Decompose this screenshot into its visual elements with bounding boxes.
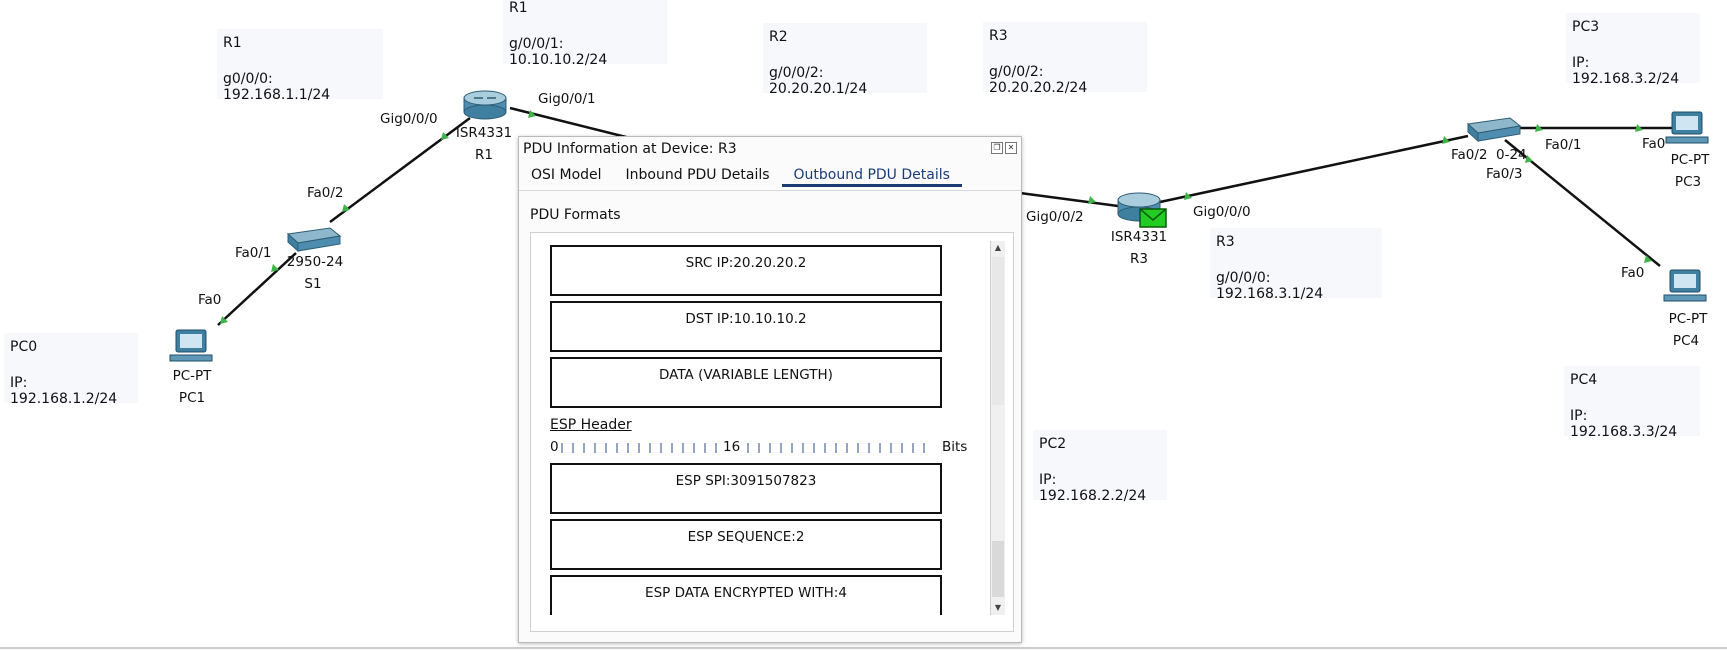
note-title: PC0: [10, 339, 38, 355]
link-r1-r2[interactable]: [509, 106, 631, 140]
dialog-tabs: OSI Model Inbound PDU Details Outbound P…: [519, 163, 962, 187]
s3-switch-icon[interactable]: [1466, 117, 1522, 143]
tab-outbound-pdu-details[interactable]: Outbound PDU Details: [781, 163, 962, 187]
port-label-r3-gig000: Gig0/0/0: [1193, 204, 1251, 220]
note-ip: IP: 192.168.1.2/24: [10, 375, 118, 407]
port-label-r1-gig001: Gig0/0/1: [538, 91, 596, 107]
note-r3-g002[interactable]: R3 g/0/0/2: 20.20.20.2/24: [983, 22, 1147, 96]
port-label-pc3-fa0: Fa0: [1642, 136, 1666, 152]
restore-icon[interactable]: ❐: [991, 142, 1003, 154]
pc4-name-label: PC4: [1672, 333, 1700, 349]
close-icon[interactable]: ✕: [1005, 142, 1017, 154]
note-ip: g/0/0/2: 20.20.20.2/24: [989, 64, 1088, 96]
scroll-up-icon[interactable]: ▲: [991, 241, 1005, 255]
note-ip: IP: 192.168.3.2/24: [1572, 55, 1680, 87]
link-pc1-s1[interactable]: [217, 252, 297, 326]
note-ip: IP: 192.168.2.2/24: [1039, 472, 1147, 504]
pdu-field: DATA (VARIABLE LENGTH): [550, 357, 942, 408]
tab-osi-model[interactable]: OSI Model: [519, 163, 614, 187]
note-title: PC2: [1039, 436, 1067, 452]
r1-name-label: R1: [475, 147, 493, 163]
dialog-title: PDU Information at Device: R3: [523, 141, 737, 157]
section-heading: PDU Formats: [530, 207, 621, 223]
pc4-model-label: PC-PT: [1668, 311, 1708, 327]
pdu-info-dialog[interactable]: PDU Information at Device: R3 ❐ ✕ OSI Mo…: [518, 136, 1022, 643]
pdu-field: ESP SPI:3091507823: [550, 463, 942, 514]
note-title: PC3: [1572, 19, 1600, 35]
port-label-s3-fa02: Fa0/2: [1451, 147, 1488, 163]
r1-model-label: ISR4331: [455, 125, 513, 141]
note-ip: g0/0/0: 192.168.1.1/24: [223, 71, 331, 103]
note-pc4[interactable]: PC4 IP: 192.168.3.3/24: [1564, 366, 1700, 440]
pdu-field: SRC IP:20.20.20.2: [550, 245, 942, 296]
link-r3-s3[interactable]: [1159, 134, 1469, 204]
tab-inbound-pdu-details[interactable]: Inbound PDU Details: [614, 163, 782, 187]
s1-switch-icon[interactable]: [286, 227, 342, 253]
port-label-s3-fa01: Fa0/1: [1545, 137, 1582, 153]
port-label-s1-fa02: Fa0/2: [307, 185, 344, 201]
ruler-mid: 16: [723, 439, 741, 455]
vertical-scrollbar[interactable]: ▲ ▼: [990, 241, 1005, 615]
note-r1-g001[interactable]: R1 g/0/0/1: 10.10.10.2/24: [503, 0, 667, 68]
pdu-formats-panel[interactable]: SRC IP:20.20.20.2 DST IP:10.10.10.2 DATA…: [530, 232, 1014, 632]
note-ip: IP: 192.168.3.3/24: [1570, 408, 1678, 440]
pc3-model-label: PC-PT: [1670, 152, 1710, 168]
s1-name-label: S1: [304, 276, 322, 292]
scroll-down-icon[interactable]: ▼: [991, 601, 1005, 615]
pdu-field: ESP DATA ENCRYPTED WITH:4: [550, 575, 942, 615]
port-label-s3-fa03: Fa0/3: [1486, 166, 1523, 182]
s1-model-label: 2950-24: [286, 254, 344, 270]
link-r2-r3[interactable]: [1019, 191, 1119, 208]
r1-router-icon[interactable]: [463, 90, 507, 120]
note-r1-g000[interactable]: R1 g0/0/0: 192.168.1.1/24: [217, 29, 383, 103]
tab-divider: [519, 190, 1021, 191]
esp-header-link[interactable]: ESP Header: [550, 417, 632, 433]
link-s1-r1[interactable]: [329, 116, 471, 224]
scrollbar-track-lower: [992, 541, 1004, 597]
dialog-window-controls: ❐ ✕: [991, 142, 1017, 154]
note-title: PC4: [1570, 372, 1598, 388]
scrollbar-thumb[interactable]: [992, 257, 1004, 405]
ruler-unit: Bits: [942, 439, 968, 455]
note-ip: g/0/0/2: 20.20.20.1/24: [769, 65, 868, 97]
r3-name-label: R3: [1130, 251, 1148, 267]
note-pc2[interactable]: PC2 IP: 192.168.2.2/24: [1033, 430, 1167, 504]
pc1-icon[interactable]: [169, 329, 213, 362]
ruler-ticks: [561, 443, 925, 453]
pdu-field: DST IP:10.10.10.2: [550, 301, 942, 352]
pdu-envelope-icon[interactable]: [1139, 208, 1167, 228]
note-title: R3: [1216, 234, 1235, 250]
pdu-formats-scroll-area[interactable]: SRC IP:20.20.20.2 DST IP:10.10.10.2 DATA…: [539, 241, 975, 615]
pc1-model-label: PC-PT: [172, 368, 212, 384]
r3-model-label: ISR4331: [1110, 229, 1168, 245]
port-label-r1-gig000: Gig0/0/0: [380, 111, 438, 127]
port-label-pc1-fa0: Fa0: [198, 292, 222, 308]
port-label-s1-fa01: Fa0/1: [235, 245, 272, 261]
pc3-name-label: PC3: [1674, 174, 1702, 190]
pc4-icon[interactable]: [1663, 269, 1707, 302]
s3-model-label: 0-24: [1496, 147, 1527, 163]
pc3-icon[interactable]: [1665, 111, 1709, 144]
note-title: R1: [223, 35, 242, 51]
note-title: R1: [509, 0, 528, 16]
note-title: R3: [989, 28, 1008, 44]
port-label-r3-gig002: Gig0/0/2: [1026, 209, 1084, 225]
bit-ruler: 0 16 Bits: [550, 439, 970, 457]
note-pc3[interactable]: PC3 IP: 192.168.3.2/24: [1566, 13, 1700, 87]
note-r2[interactable]: R2 g/0/0/2: 20.20.20.1/24: [763, 23, 927, 97]
note-pc0[interactable]: PC0 IP: 192.168.1.2/24: [4, 333, 138, 407]
pdu-field: ESP SEQUENCE:2: [550, 519, 942, 570]
note-ip: g/0/0/1: 10.10.10.2/24: [509, 36, 608, 68]
port-label-pc4-fa0: Fa0: [1621, 265, 1645, 281]
note-ip: g/0/0/0: 192.168.3.1/24: [1216, 270, 1324, 302]
note-title: R2: [769, 29, 788, 45]
note-r3-g000[interactable]: R3 g/0/0/0: 192.168.3.1/24: [1210, 228, 1382, 302]
pc1-name-label: PC1: [178, 390, 206, 406]
